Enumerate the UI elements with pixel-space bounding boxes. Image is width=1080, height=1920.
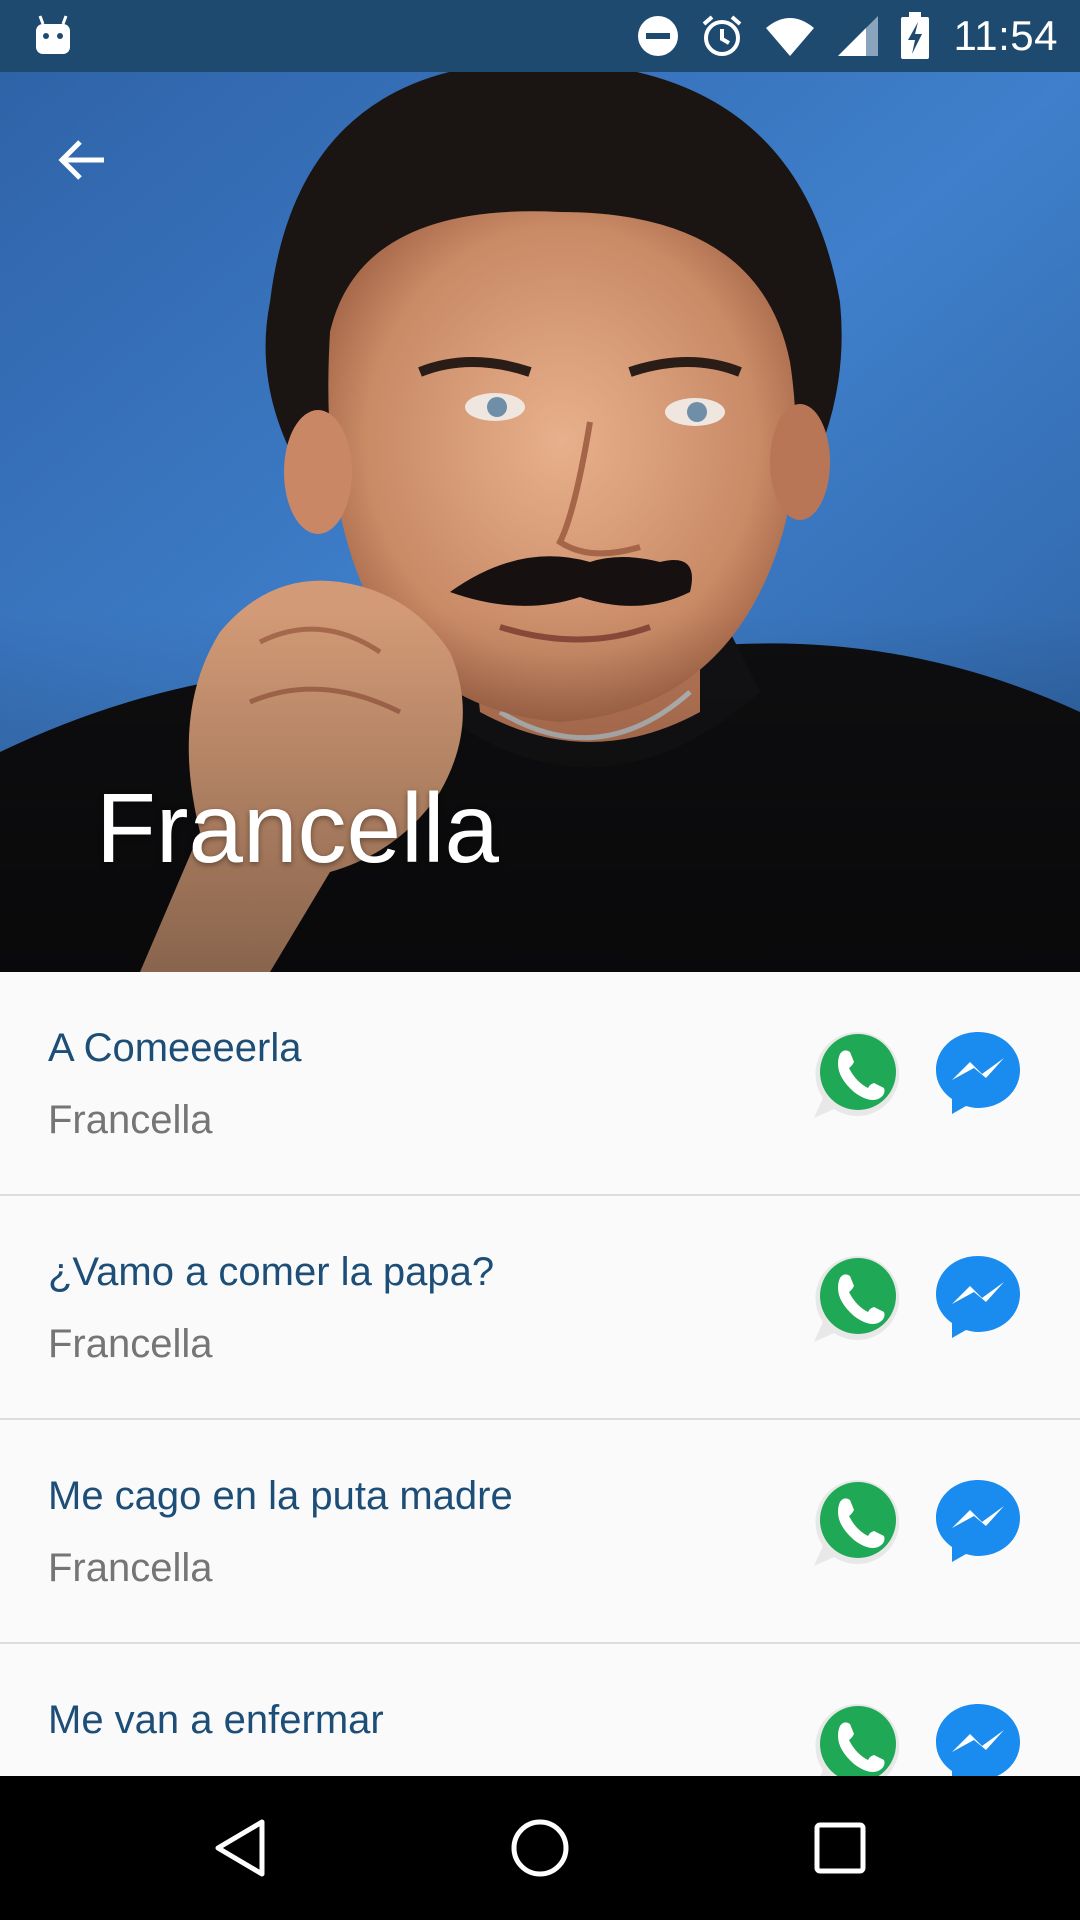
nav-home-button[interactable] [504,1812,576,1884]
nav-back-button[interactable] [204,1812,276,1884]
do-not-disturb-icon [637,16,678,56]
list-item[interactable]: ¿Vamo a comer la papa? Francella [0,1196,1080,1420]
wifi-icon [765,18,814,56]
back-triangle-icon [215,1819,265,1877]
item-title: Me van a enfermar [48,1698,384,1742]
messenger-icon[interactable] [932,1026,1024,1118]
battery-charging-icon [900,12,929,59]
android-icon [36,15,70,54]
item-title: ¿Vamo a comer la papa? [48,1250,495,1294]
recents-square-icon [814,1822,866,1874]
home-circle-icon [511,1819,569,1877]
list-item[interactable]: Me cago en la puta madre Francella [0,1420,1080,1644]
whatsapp-icon[interactable] [812,1028,904,1120]
back-button[interactable] [42,120,122,200]
item-title: A Comeeeerla [48,1026,302,1070]
whatsapp-icon[interactable] [812,1700,904,1776]
clock-time: 11:54 [953,12,1058,59]
nav-recents-button[interactable] [804,1812,876,1884]
alarm-icon [702,15,741,56]
sound-list: A Comeeeerla Francella ¿Vamo a comer la … [0,972,1080,1776]
whatsapp-icon[interactable] [812,1476,904,1568]
item-subtitle: Francella [48,1546,213,1590]
messenger-icon[interactable] [932,1698,1024,1776]
list-item[interactable]: A Comeeeerla Francella [0,972,1080,1196]
page-title: Francella [96,773,500,883]
navigation-bar [0,1776,1080,1920]
hero-header: Francella [0,72,1080,972]
item-subtitle: Francella [48,1322,213,1366]
item-subtitle: Francella [48,1098,213,1142]
whatsapp-icon[interactable] [812,1252,904,1344]
status-bar: 11:54 [0,0,1080,72]
list-item[interactable]: Me van a enfermar [0,1644,1080,1776]
cell-signal-icon [837,16,878,56]
messenger-icon[interactable] [932,1250,1024,1342]
arrow-back-icon [58,140,104,180]
messenger-icon[interactable] [932,1474,1024,1566]
item-title: Me cago en la puta madre [48,1474,513,1518]
